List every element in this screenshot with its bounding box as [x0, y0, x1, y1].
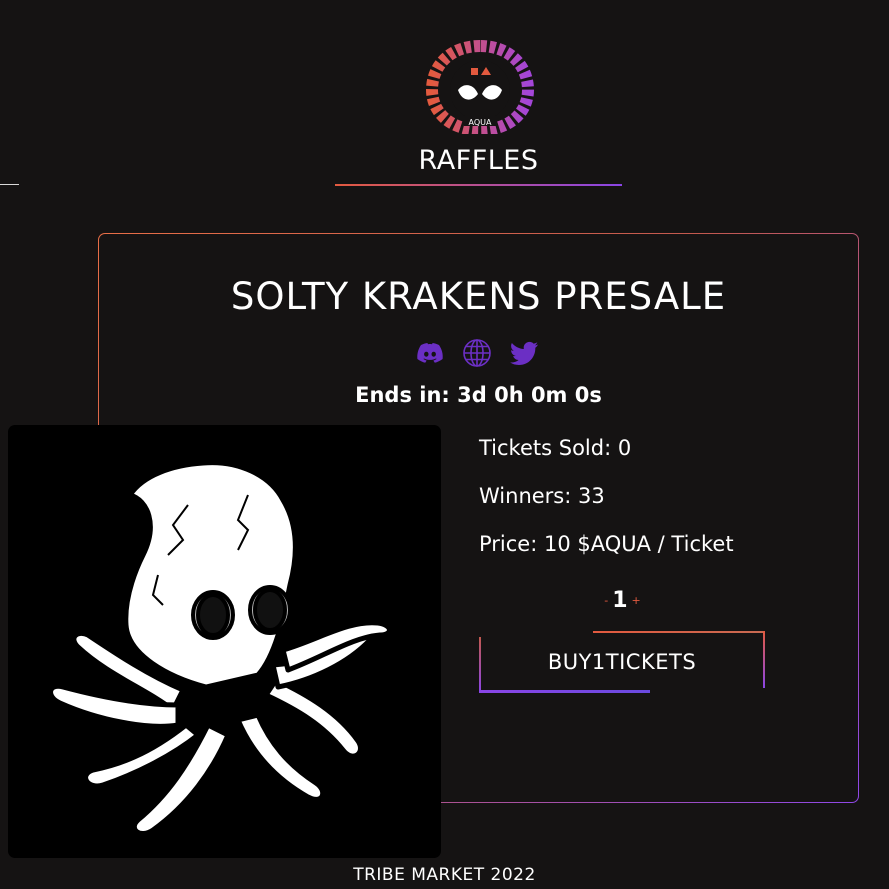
raffle-title: SOLTY KRAKENS PRESALE [230, 275, 727, 318]
globe-icon[interactable] [461, 337, 493, 369]
quantity-stepper: - 1 + [600, 587, 645, 613]
buy-button-label: BUY1TICKETS [547, 649, 697, 674]
aqua-logo: AQUA [424, 39, 536, 137]
twitter-icon[interactable] [508, 337, 540, 369]
button-border [479, 637, 481, 692]
divider [0, 184, 19, 185]
button-border [593, 631, 765, 633]
footer-text: TRIBE MARKET 2022 [353, 865, 536, 885]
tickets-sold: Tickets Sold: 0 [479, 436, 632, 460]
social-links [414, 337, 544, 369]
increment-button[interactable]: + [632, 594, 641, 607]
button-border [763, 631, 765, 688]
quantity-value: 1 [612, 587, 628, 613]
raffle-image [8, 425, 441, 858]
buy-tickets-button[interactable]: BUY1TICKETS [479, 631, 765, 693]
button-border [479, 690, 650, 693]
page-title: RAFFLES [418, 145, 539, 176]
ticket-price: Price: 10 $AQUA / Ticket [479, 532, 734, 556]
discord-icon[interactable] [414, 337, 446, 369]
decrement-button[interactable]: - [604, 594, 608, 607]
countdown: Ends in: 3d 0h 0m 0s [355, 383, 602, 407]
logo-text: AQUA [469, 118, 492, 127]
winners: Winners: 33 [479, 484, 605, 508]
title-underline [335, 184, 622, 186]
